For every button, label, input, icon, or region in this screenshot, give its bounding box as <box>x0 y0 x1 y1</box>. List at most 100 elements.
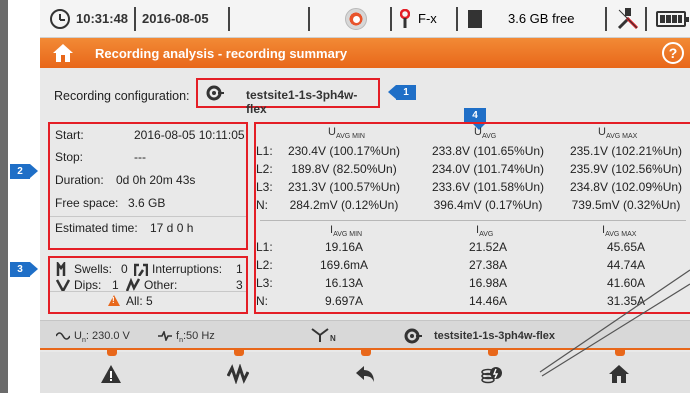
dip-icon <box>56 279 70 292</box>
probe-icon <box>617 8 639 30</box>
record-icon[interactable] <box>345 8 367 30</box>
tick-marker <box>107 350 117 356</box>
all-events-count[interactable]: All: 5 <box>126 294 153 308</box>
current-min-n: 9.697A <box>324 294 364 308</box>
tick-marker <box>488 350 498 356</box>
swells-value: 0 <box>121 262 128 276</box>
events-button[interactable] <box>48 350 176 393</box>
nominal-voltage: Un: 230.0 V <box>74 330 130 345</box>
swells-label: Swells: <box>74 262 113 276</box>
status-time: 10:31:48 <box>76 11 129 26</box>
other-label: Other: <box>144 278 178 292</box>
swell-icon <box>56 262 66 276</box>
left-frame-bar <box>0 0 8 393</box>
duration-value: 0d 0h 20m 43s <box>116 173 196 187</box>
events-panel: Swells: 0 Interruptions: 1 Dips: 1 Other… <box>48 256 248 314</box>
estimated-label: Estimated time: <box>55 221 138 235</box>
voltage-header-max: UAVG MAX <box>598 126 638 141</box>
probe-label: F-x <box>418 11 437 26</box>
back-arrow-icon <box>356 366 374 382</box>
table-divider <box>260 220 686 221</box>
voltage-avg-n: 396.4mV (0.17%Un) <box>433 198 543 212</box>
frequency-icon <box>158 331 172 341</box>
current-header-min: IAVG MIN <box>330 224 363 239</box>
info-strip: Un: 230.0 V fn:50 Hz N testsite1-1s-3ph4… <box>40 320 690 350</box>
row-label: N: <box>256 294 268 308</box>
current-avg-l3: 16.98A <box>468 276 508 290</box>
waveform-button[interactable] <box>175 350 303 393</box>
current-min-l3: 16.13A <box>324 276 364 290</box>
dips-value: 1 <box>112 278 119 292</box>
warning-events-icon <box>101 365 121 383</box>
current-min-l2: 169.6mA <box>319 258 369 272</box>
voltage-max-l1: 235.1V (102.21%Un) <box>569 144 683 158</box>
status-separator <box>390 7 392 31</box>
estimated-value: 17 d 0 h <box>150 221 194 235</box>
row-label: N: <box>256 198 268 212</box>
current-max-l3: 41.60A <box>606 276 646 290</box>
voltage-min-n: 284.2mV (0.12%Un) <box>289 198 399 212</box>
status-date: 2016-08-05 <box>142 11 209 26</box>
other-value: 3 <box>236 278 243 292</box>
voltage-header-avg: UAVG <box>474 126 497 141</box>
battery-icon <box>656 11 689 27</box>
row-label: L2: <box>256 162 273 176</box>
home-button[interactable] <box>556 350 684 393</box>
stop-label: Stop: <box>55 150 84 164</box>
voltage-max-l3: 234.8V (102.09%Un) <box>569 180 683 194</box>
interruptions-value: 1 <box>236 262 243 276</box>
dips-label: Dips: <box>74 278 102 292</box>
voltage-max-l2: 235.9V (102.56%Un) <box>569 162 683 176</box>
config-row: Recording configuration: testsite1-1s-3p… <box>40 68 690 130</box>
row-label: L1: <box>256 240 273 254</box>
strip-config-name: testsite1-1s-3ph4w-flex <box>434 330 556 342</box>
clamp-icon <box>400 9 410 28</box>
network-type-icon <box>311 328 329 342</box>
meter-screen: 10:31:48 2016-08-05 F-x 3.6 GB free Reco… <box>40 0 690 393</box>
status-separator <box>308 7 310 31</box>
energy-cost-button[interactable] <box>429 350 557 393</box>
voltage-avg-l3: 233.6V (101.58%Un) <box>431 180 545 194</box>
waveform-icon <box>227 364 249 384</box>
interruptions-label: Interruptions: <box>152 262 223 276</box>
interruption-icon <box>134 263 148 276</box>
voltage-header-min: UAVG MIN <box>328 126 365 141</box>
config-name: testsite1-1s-3ph4w-flex <box>246 88 358 116</box>
energy-cost-icon <box>481 367 502 384</box>
free-space-value: 3.6 GB <box>128 196 166 210</box>
device-frame: 2 3 10:31:48 2016-08-05 F-x 3.6 GB free <box>0 0 690 393</box>
current-min-l1: 19.16A <box>324 240 364 254</box>
current-header-avg: IAVG <box>476 224 494 239</box>
start-label: Start: <box>55 128 84 142</box>
status-separator <box>228 7 230 31</box>
tick-marker <box>615 350 625 356</box>
home-icon[interactable] <box>52 43 74 63</box>
config-label: Recording configuration: <box>54 89 190 103</box>
current-max-l2: 44.74A <box>606 258 646 272</box>
tick-marker <box>234 350 244 356</box>
config-selector[interactable]: testsite1-1s-3ph4w-flex <box>196 78 380 116</box>
voltage-min-l2: 189.8V (82.50%Un) <box>291 162 397 176</box>
recording-info-panel: Start: 2016-08-05 10:11:05 Stop: --- Dur… <box>48 122 248 250</box>
callout-3: 3 <box>10 262 38 277</box>
status-separator <box>605 7 607 31</box>
current-header-max: IAVG MAX <box>602 224 637 239</box>
free-space-label: Free space: <box>55 196 119 210</box>
tick-marker <box>361 350 371 356</box>
back-button[interactable] <box>302 350 430 393</box>
current-avg-l1: 21.52A <box>468 240 508 254</box>
current-max-l1: 45.65A <box>606 240 646 254</box>
callout-2: 2 <box>10 164 38 179</box>
status-separator <box>134 6 137 31</box>
voltage-avg-l2: 234.0V (101.74%Un) <box>431 162 545 176</box>
nominal-frequency: fn:50 Hz <box>176 330 215 345</box>
stop-value: --- <box>134 150 146 164</box>
row-label: L3: <box>256 276 273 290</box>
configuration-icon <box>404 328 422 344</box>
help-icon[interactable]: ? <box>662 42 684 64</box>
free-space-status: 3.6 GB free <box>508 11 575 26</box>
sine-icon <box>56 332 70 340</box>
page-title: Recording analysis - recording summary <box>95 46 348 61</box>
bottom-toolbar <box>40 350 690 393</box>
voltage-min-l3: 231.3V (100.57%Un) <box>287 180 401 194</box>
